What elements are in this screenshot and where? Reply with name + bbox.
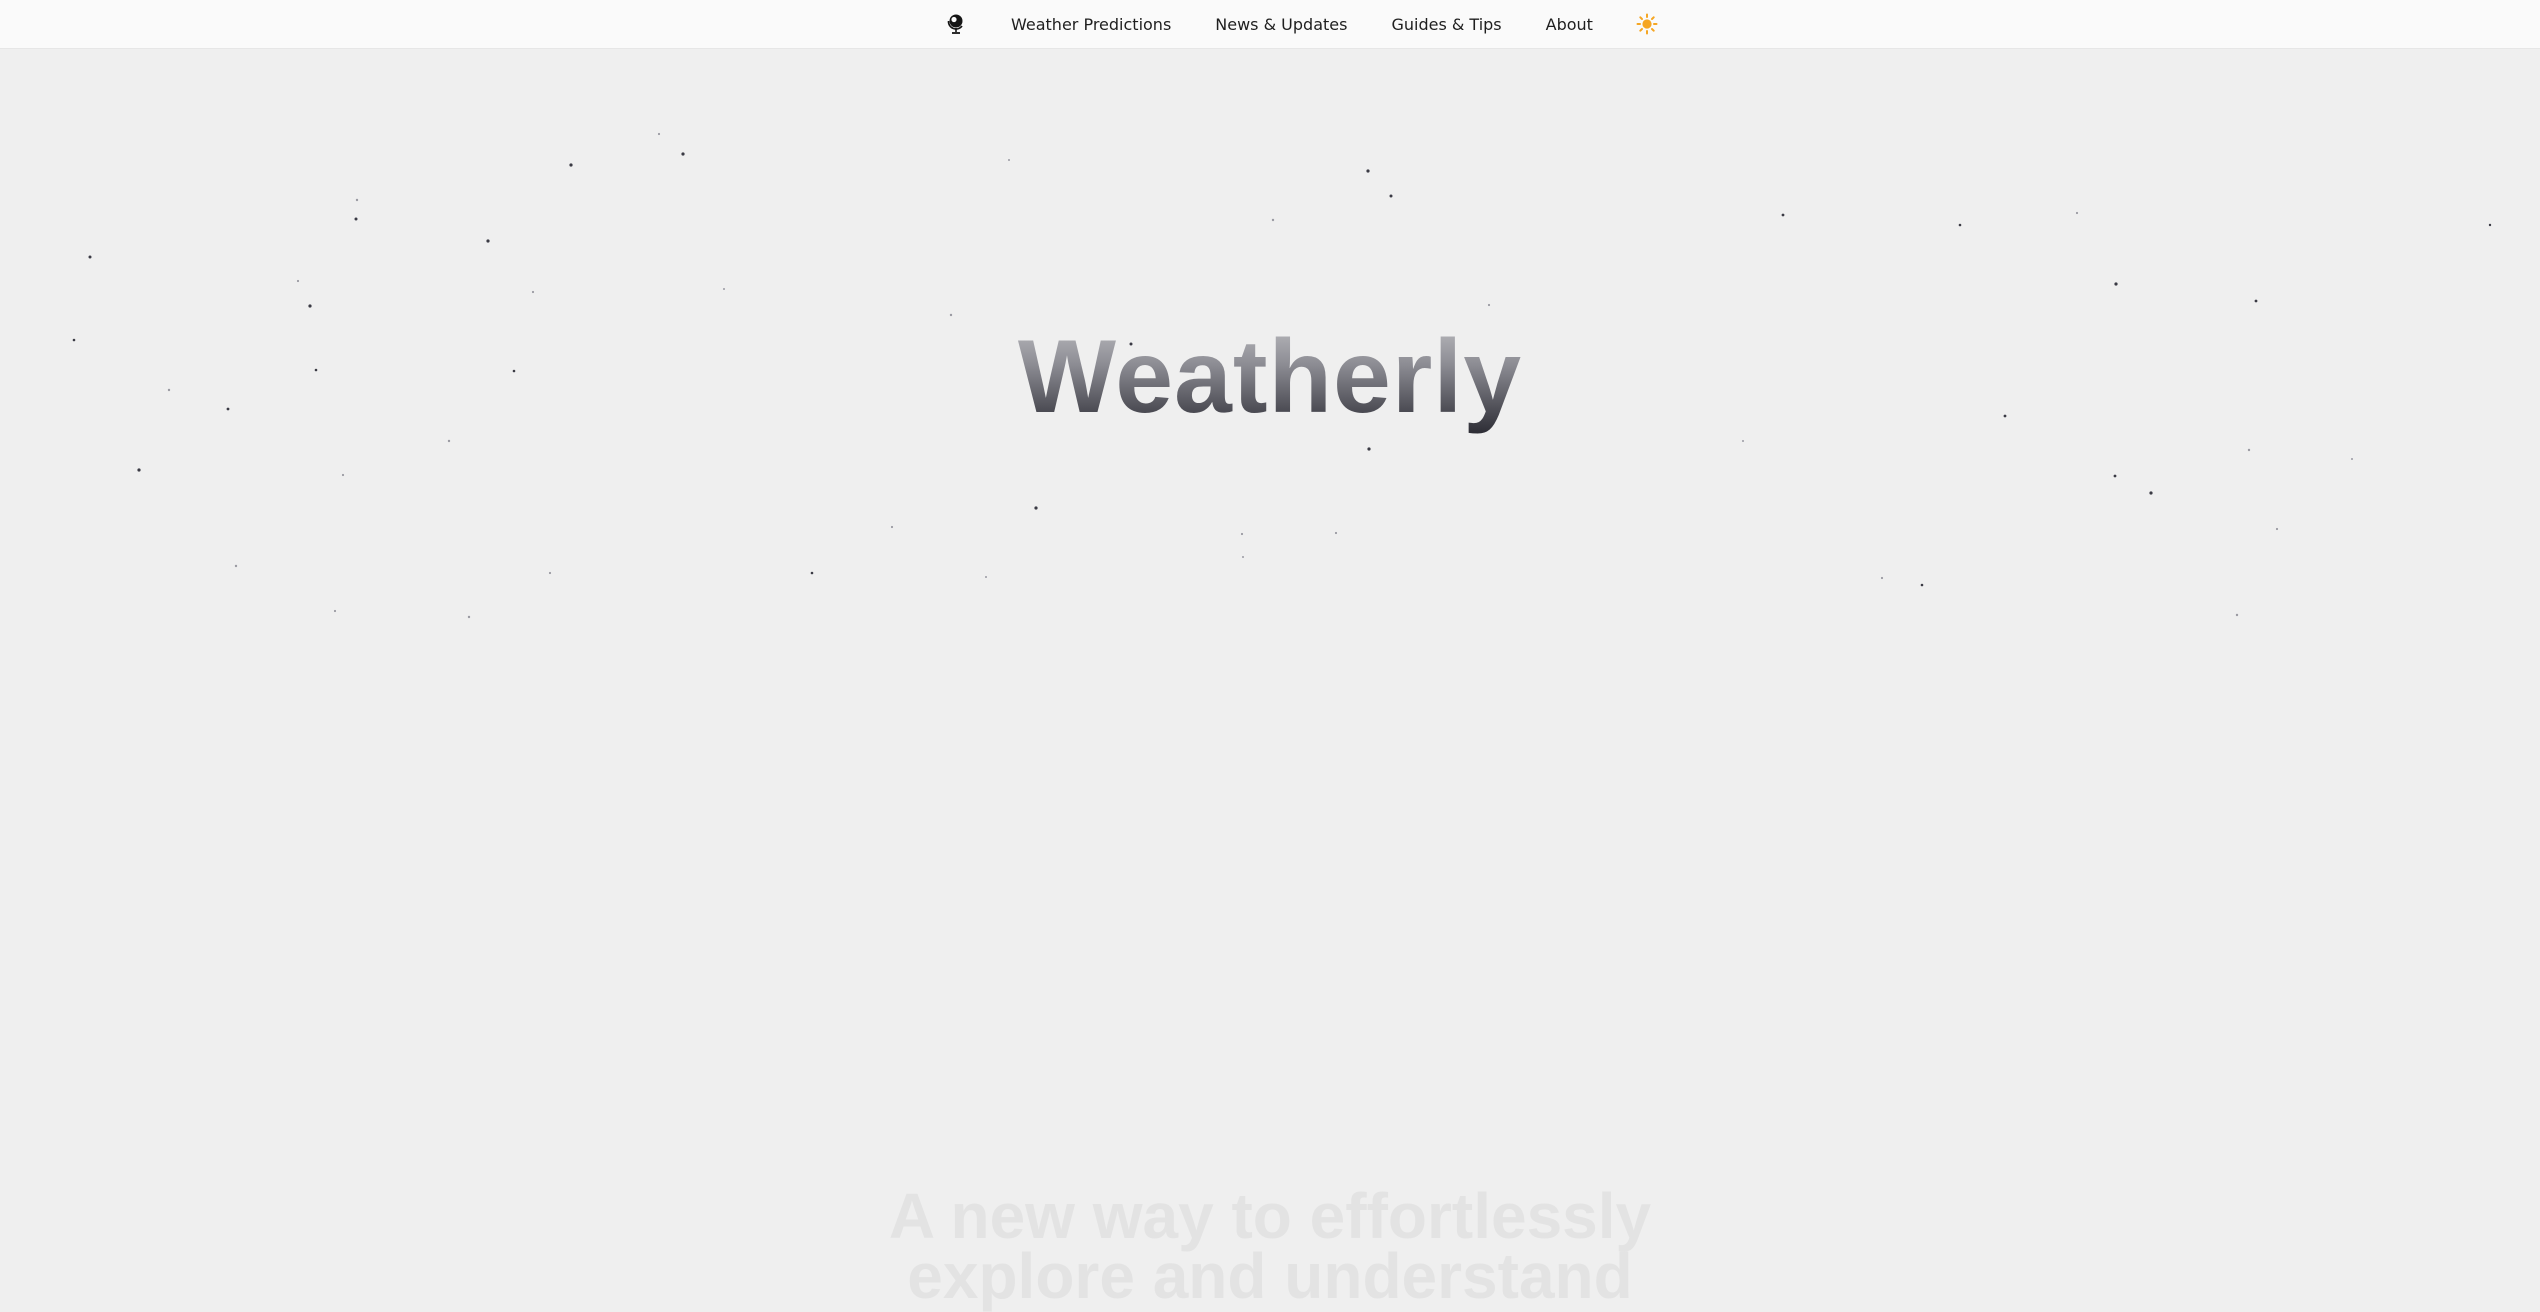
hero-title-text: Weatherly xyxy=(1017,319,1523,435)
sun-icon xyxy=(1636,13,1658,35)
nav-link-about[interactable]: About xyxy=(1546,15,1593,34)
nav-link-guides-tips[interactable]: Guides & Tips xyxy=(1391,15,1501,34)
hero-subtitle-line-2: explore and understand xyxy=(907,1240,1633,1312)
navbar: Weather Predictions News & Updates Guide… xyxy=(0,0,2540,49)
nav-bar-items: Weather Predictions News & Updates Guide… xyxy=(940,0,1661,48)
globe-icon[interactable] xyxy=(940,8,972,40)
nav-link-weather-predictions[interactable]: Weather Predictions xyxy=(1011,15,1171,34)
theme-toggle-button[interactable] xyxy=(1633,10,1661,38)
hero-subtitle: A new way to effortlessly explore and un… xyxy=(0,1180,2540,1312)
hero-subtitle-line-1: A new way to effortlessly xyxy=(888,1180,1652,1252)
hero-title: Weatherly xyxy=(0,312,2540,442)
nav-link-news-updates[interactable]: News & Updates xyxy=(1215,15,1347,34)
